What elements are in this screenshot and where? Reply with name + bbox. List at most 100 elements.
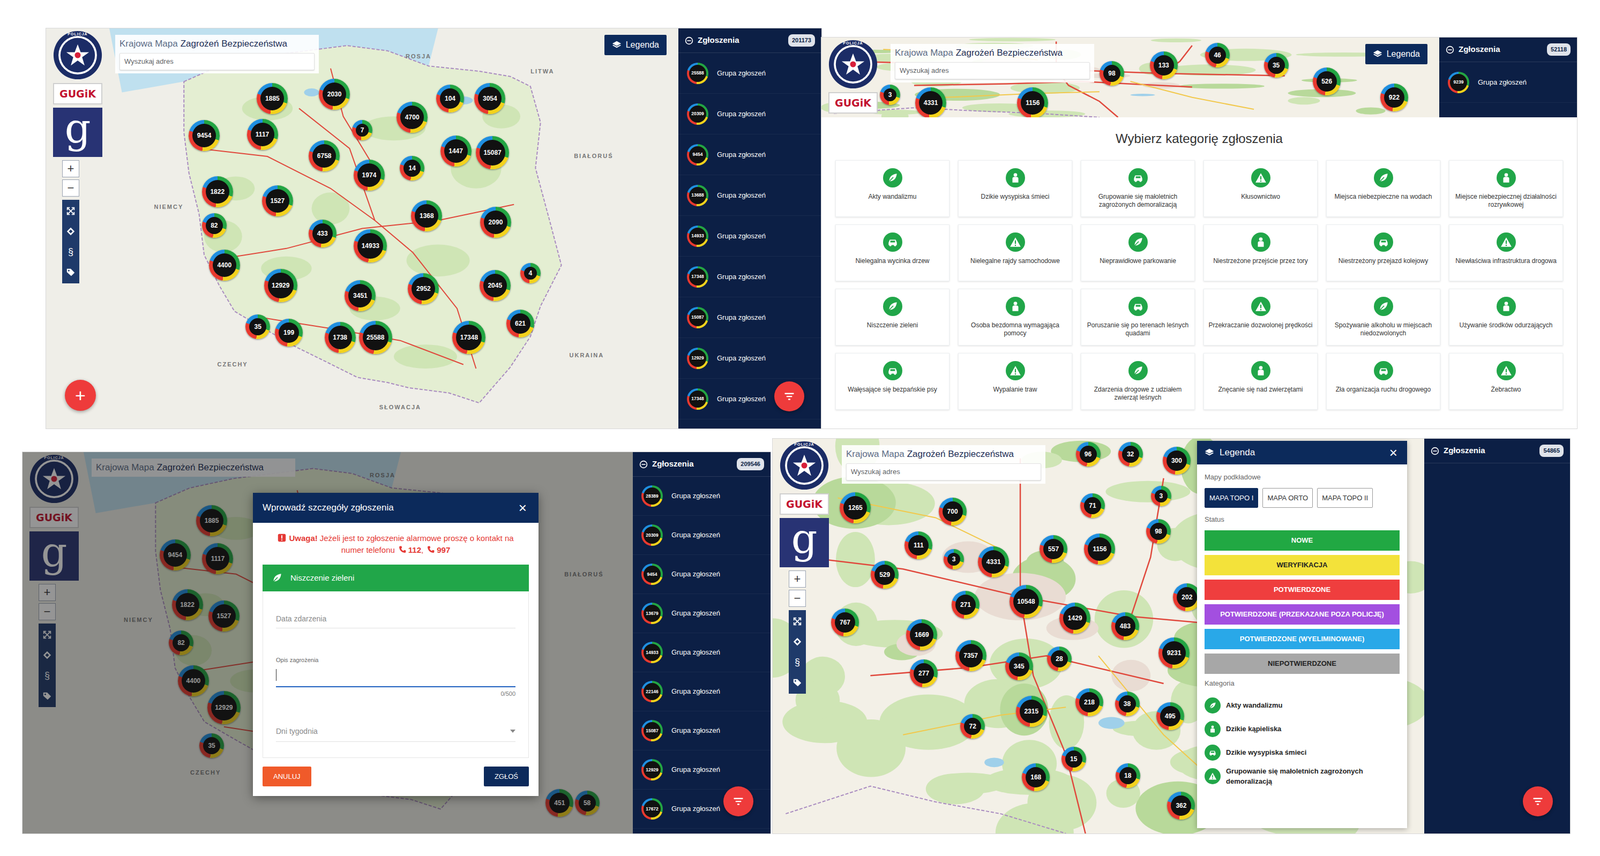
- cluster-marker[interactable]: 4: [520, 263, 541, 284]
- report-group-item[interactable]: 9454Grupa zgłoszeń: [632, 555, 771, 595]
- report-group-item[interactable]: 20309Grupa zgłoszeń: [632, 516, 771, 556]
- cluster-marker[interactable]: 1669: [906, 619, 938, 651]
- cluster-marker[interactable]: 526: [1312, 67, 1341, 96]
- category-tile[interactable]: Poruszanie się po terenach leśnych quada…: [1080, 288, 1195, 346]
- cluster-marker[interactable]: 1265: [839, 492, 871, 524]
- report-group-item[interactable]: 13679Grupa zgłoszeń: [632, 594, 771, 634]
- cluster-marker[interactable]: 38: [1115, 691, 1140, 717]
- gugik-logo[interactable]: GUGiK: [779, 493, 829, 515]
- zoom-out-button[interactable]: −: [62, 179, 80, 197]
- category-tile[interactable]: Nielegalna wycinka drzew: [835, 224, 950, 282]
- category-tile[interactable]: Niewłaściwa infrastruktura drogowa: [1448, 224, 1564, 282]
- cluster-marker[interactable]: 3: [879, 84, 901, 106]
- cluster-marker[interactable]: 767: [831, 608, 859, 637]
- cluster-marker[interactable]: 1156: [1017, 87, 1049, 118]
- report-group-item[interactable]: 17348Grupa zgłoszeń: [678, 256, 822, 298]
- cluster-marker[interactable]: 9231: [1158, 637, 1190, 669]
- close-button[interactable]: ×: [516, 501, 529, 515]
- cluster-marker[interactable]: 15: [1061, 746, 1087, 772]
- sidebar-header[interactable]: Zgłoszenia201173: [678, 28, 822, 54]
- cluster-marker[interactable]: 1527: [262, 185, 294, 217]
- cluster-marker[interactable]: 1117: [247, 118, 279, 151]
- cluster-marker[interactable]: 3054: [474, 83, 506, 115]
- cluster-marker[interactable]: 362: [1167, 791, 1195, 820]
- category-tile[interactable]: Nielegalne rajdy samochodowe: [958, 224, 1073, 282]
- cluster-marker[interactable]: 2952: [407, 273, 439, 305]
- category-tile[interactable]: Niszczenie zieleni: [835, 288, 950, 346]
- map-view[interactable]: 9632300126570071398111343315571156529202…: [772, 438, 1425, 834]
- report-group-item[interactable]: 14933Grupa zgłoszeń: [678, 215, 822, 257]
- cluster-marker[interactable]: 277: [909, 659, 938, 688]
- cluster-marker[interactable]: 35: [245, 314, 271, 340]
- cluster-marker[interactable]: 345: [1005, 652, 1034, 681]
- cluster-marker[interactable]: 1429: [1059, 602, 1091, 634]
- cluster-marker[interactable]: 3451: [344, 280, 376, 312]
- law-button[interactable]: §: [788, 653, 806, 672]
- category-tile[interactable]: Grupowanie się małoletnich zagrożonych d…: [1080, 160, 1195, 218]
- category-tile[interactable]: Zła organizacja ruchu drogowego: [1326, 353, 1441, 410]
- legend-category[interactable]: Akty wandalizmu: [1204, 693, 1400, 718]
- category-tile[interactable]: Niestrzeżony przejazd kolejowy: [1326, 224, 1441, 282]
- report-group-item[interactable]: 12929Grupa zgłoszeń: [632, 750, 771, 790]
- basemap-button[interactable]: MAPA TOPO II: [1317, 488, 1373, 509]
- measure-button[interactable]: [62, 222, 80, 241]
- zoom-in-button[interactable]: +: [62, 160, 80, 178]
- sidebar-header[interactable]: Zgłoszenia54865: [1424, 438, 1570, 464]
- cluster-marker[interactable]: 2090: [480, 206, 512, 238]
- cluster-marker[interactable]: 2030: [318, 78, 350, 110]
- cluster-marker[interactable]: 700: [938, 497, 967, 526]
- police-logo[interactable]: POLICJA: [779, 440, 829, 491]
- geoportal-logo[interactable]: g: [53, 107, 103, 157]
- cluster-marker[interactable]: 2045: [479, 270, 511, 302]
- cluster-marker[interactable]: 28: [1047, 646, 1072, 672]
- report-group-item[interactable]: 13688Grupa zgłoszeń: [678, 175, 822, 216]
- report-group-item[interactable]: 28389Grupa zgłoszeń: [632, 476, 771, 517]
- police-logo[interactable]: POLICJA: [828, 39, 878, 89]
- cluster-marker[interactable]: 1738: [324, 322, 356, 354]
- cluster-marker[interactable]: 9454: [188, 120, 220, 152]
- close-button[interactable]: ×: [1387, 445, 1400, 460]
- cluster-marker[interactable]: 199: [274, 318, 303, 347]
- cluster-marker[interactable]: 18: [1115, 763, 1141, 789]
- cluster-marker[interactable]: 4331: [977, 546, 1009, 578]
- cluster-marker[interactable]: 1368: [410, 200, 443, 232]
- geoportal-logo[interactable]: g: [779, 518, 829, 568]
- category-tile[interactable]: Żebractwo: [1448, 353, 1564, 410]
- legend-button[interactable]: Legenda: [604, 34, 667, 56]
- cluster-marker[interactable]: 96: [1075, 442, 1101, 467]
- category-tile[interactable]: Miejsca niebezpieczne na wodach: [1326, 160, 1441, 218]
- category-tile[interactable]: Akty wandalizmu: [835, 160, 950, 218]
- legend-category[interactable]: Dzikie wysypiska śmieci: [1204, 741, 1400, 765]
- address-search[interactable]: [119, 53, 315, 71]
- report-group-item[interactable]: 12929Grupa zgłoszeń: [678, 338, 822, 379]
- map-view[interactable]: ROSJALITWABIAŁORUŚNIEMCYCZECHYSŁOWACJAUK…: [46, 28, 679, 429]
- report-group-item[interactable]: 20309Grupa zgłoszeń: [678, 93, 822, 135]
- cluster-marker[interactable]: 4700: [396, 101, 428, 133]
- cluster-marker[interactable]: 71: [1080, 493, 1105, 519]
- zoom-out-button[interactable]: −: [788, 589, 806, 608]
- law-button[interactable]: §: [62, 242, 80, 261]
- add-report-button[interactable]: +: [64, 379, 96, 411]
- cluster-marker[interactable]: 35: [1264, 53, 1289, 78]
- address-search[interactable]: [846, 463, 1042, 481]
- emergency-number[interactable]: 997: [426, 545, 451, 555]
- cluster-marker[interactable]: 14: [399, 155, 425, 181]
- cluster-marker[interactable]: 557: [1039, 535, 1068, 564]
- cluster-marker[interactable]: 529: [870, 561, 899, 589]
- status-bar[interactable]: NIEPOTWIERDZONE: [1204, 653, 1400, 675]
- category-tile[interactable]: Osoba bezdomna wymagająca pomocy: [958, 288, 1073, 346]
- cluster-marker[interactable]: 98: [1099, 61, 1125, 86]
- category-tile[interactable]: Przekraczanie dozwolonej prędkości: [1203, 288, 1318, 346]
- gugik-logo[interactable]: GUGiK: [53, 83, 103, 105]
- category-tile[interactable]: Używanie środków odurzających: [1448, 288, 1564, 346]
- cluster-marker[interactable]: 46: [1205, 42, 1230, 68]
- cluster-marker[interactable]: 25588: [359, 320, 393, 355]
- filter-button[interactable]: [723, 786, 754, 817]
- category-tile[interactable]: Zdarzenia drogowe z udziałem zwierząt le…: [1080, 353, 1195, 410]
- cluster-marker[interactable]: 218: [1075, 688, 1104, 717]
- filter-button[interactable]: [1522, 786, 1553, 817]
- report-group-item[interactable]: 25588Grupa zgłoszeń: [678, 53, 822, 94]
- cancel-button[interactable]: ANULUJ: [262, 766, 312, 788]
- report-group-item[interactable]: 15087Grupa zgłoszeń: [678, 297, 822, 339]
- category-tile[interactable]: Kłusownictwo: [1203, 160, 1318, 218]
